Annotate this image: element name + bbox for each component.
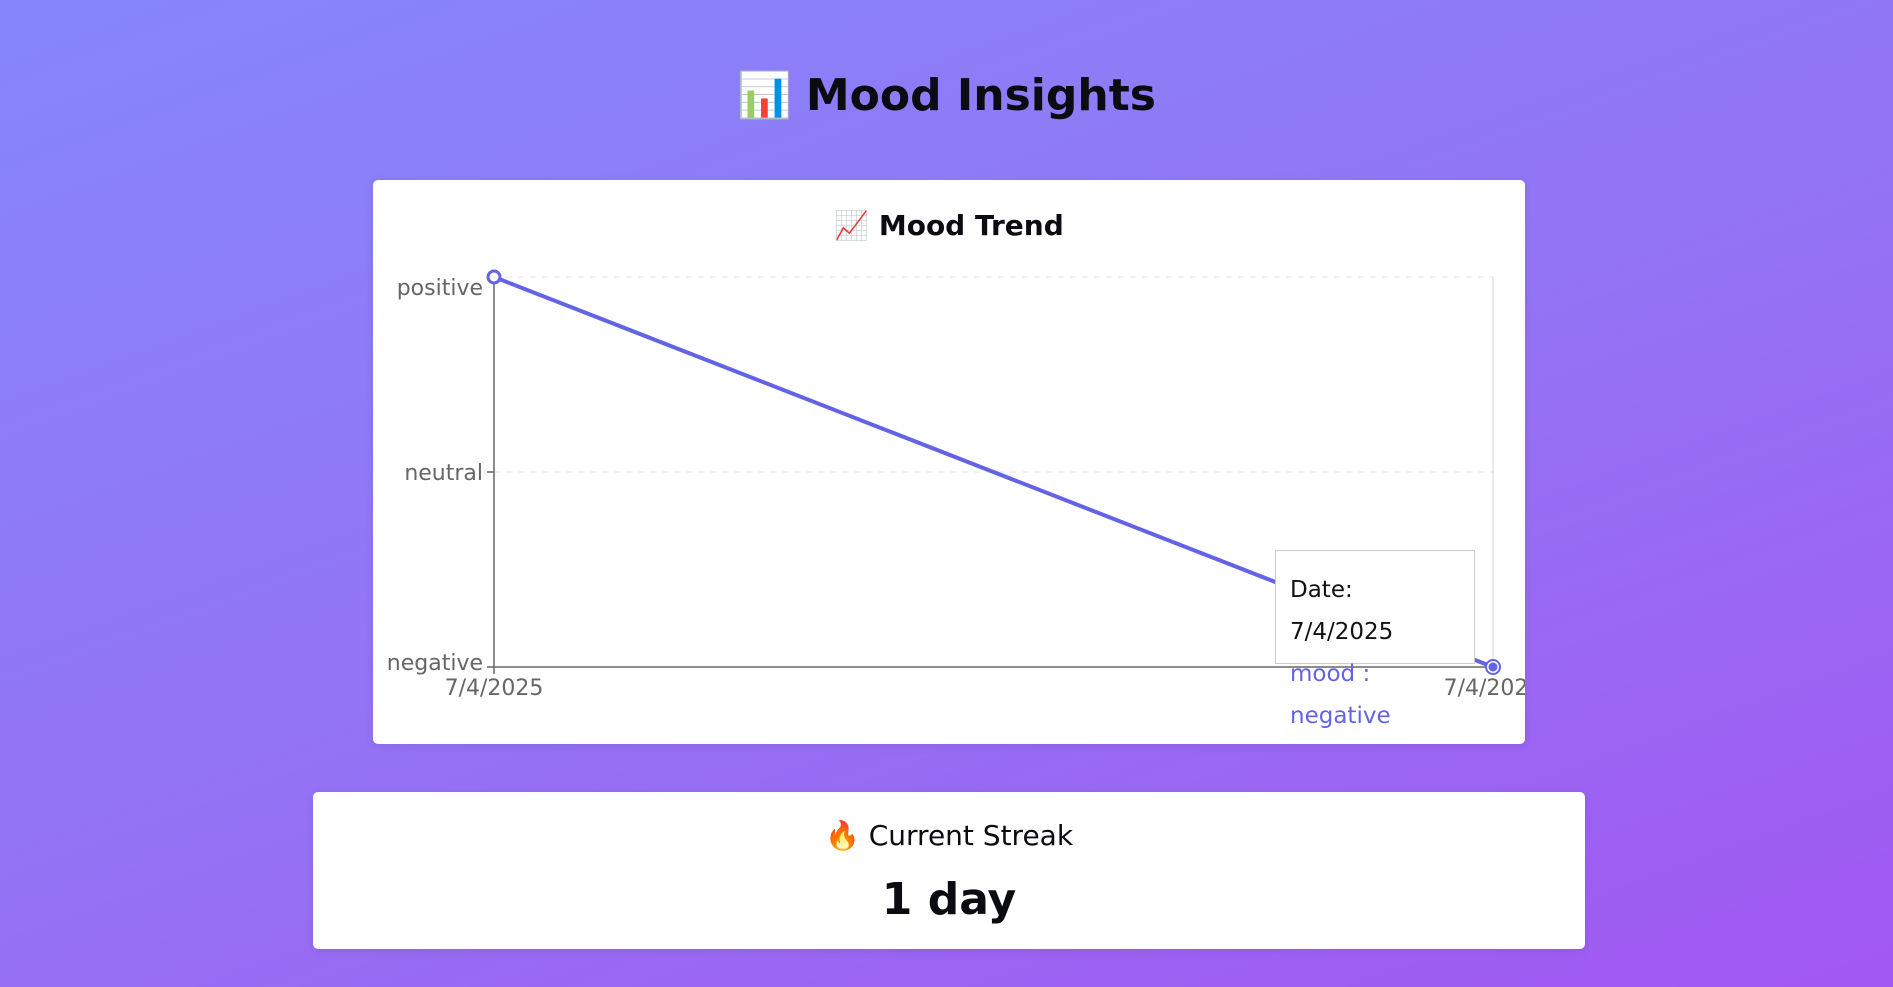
current-streak-title-text: Current Streak bbox=[868, 819, 1074, 852]
bar-chart-icon: 📊 bbox=[737, 70, 792, 121]
current-streak-title: 🔥 Current Streak bbox=[313, 816, 1585, 856]
mood-trend-card: 📈 Mood Trend negative neutral positive 7/4/… bbox=[373, 180, 1525, 744]
y-tick-label: positive bbox=[397, 276, 483, 301]
x-tick-label: 7/4/2025 bbox=[445, 676, 544, 701]
tooltip-date: Date: 7/4/2025 bbox=[1290, 577, 1394, 645]
tooltip-value: mood : negative bbox=[1290, 661, 1391, 729]
active-data-point-core bbox=[1488, 662, 1498, 672]
data-point bbox=[486, 269, 502, 285]
y-tick-label: neutral bbox=[404, 461, 483, 486]
chart-tooltip: Date: 7/4/2025 mood : negative bbox=[1275, 550, 1475, 729]
fire-icon: 🔥 bbox=[824, 819, 860, 852]
page-title: 📊 Mood Insights bbox=[0, 66, 1893, 126]
y-tick-label: negative bbox=[387, 651, 483, 676]
current-streak-card: 🔥 Current Streak 1 day bbox=[313, 792, 1585, 949]
page-title-text: Mood Insights bbox=[805, 70, 1156, 121]
streak-value: 1 day bbox=[881, 874, 1017, 925]
